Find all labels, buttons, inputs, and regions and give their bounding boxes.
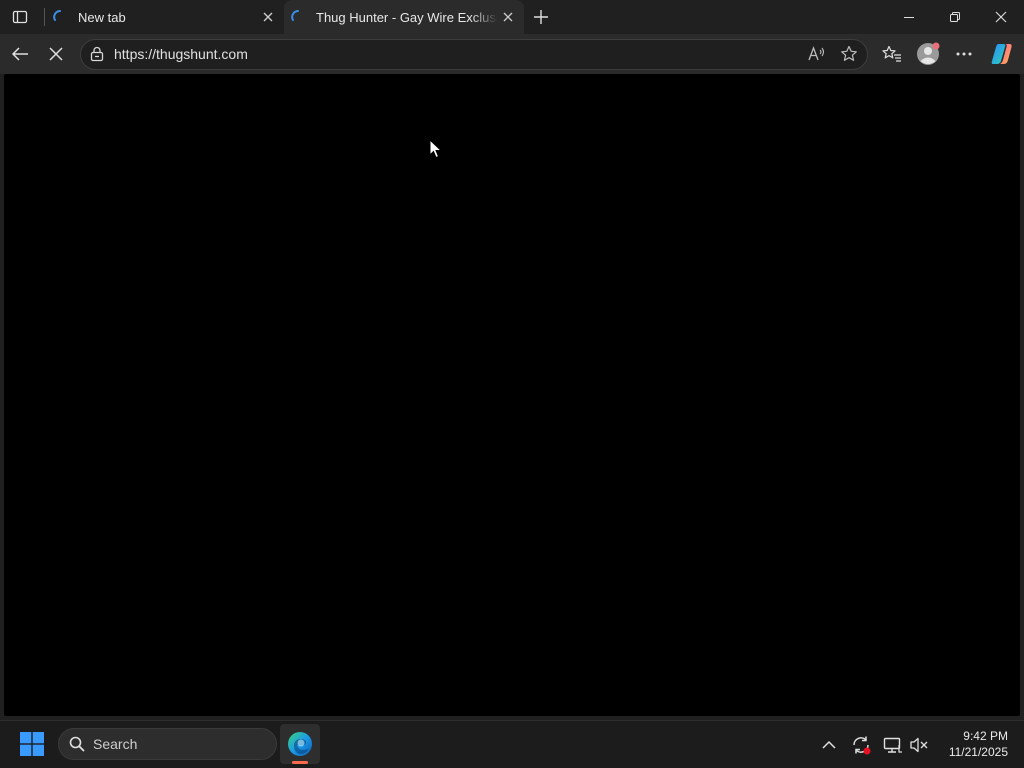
stop-loading-button[interactable] [41, 40, 71, 68]
show-hidden-icons-button[interactable] [816, 732, 842, 758]
tab-new-tab[interactable]: New tab [44, 0, 284, 34]
loading-spinner-icon [291, 10, 299, 21]
page-content[interactable] [4, 74, 1020, 716]
copilot-button[interactable] [987, 40, 1017, 68]
tray-sync-button[interactable] [848, 732, 874, 758]
favorites-button[interactable] [877, 40, 907, 68]
clock-date: 11/21/2025 [948, 745, 1008, 759]
back-arrow-icon [11, 47, 28, 61]
start-button[interactable] [14, 726, 50, 762]
tab-label: Thug Hunter - Gay Wire Exclusive [316, 9, 498, 25]
close-icon [503, 12, 513, 22]
tray-sound-button[interactable] [906, 732, 932, 758]
taskbar-clock[interactable]: 9:42 PM 11/21/2025 [936, 728, 1016, 760]
more-dots-icon [956, 52, 972, 56]
edge-icon [288, 732, 312, 756]
back-button[interactable] [5, 40, 35, 68]
minimize-icon [904, 17, 914, 18]
add-favorite-button[interactable] [836, 41, 862, 67]
tab-actions-icon [12, 10, 28, 24]
stop-loading-icon [49, 47, 63, 61]
speaker-muted-icon [910, 737, 928, 753]
close-icon [995, 11, 1007, 23]
tab-actions-button[interactable] [4, 4, 36, 30]
mouse-cursor-icon [429, 139, 443, 159]
more-options-button[interactable] [949, 40, 979, 68]
loading-spinner-icon [53, 10, 61, 21]
tab-thug-hunter[interactable]: Thug Hunter - Gay Wire Exclusive [284, 0, 524, 34]
restore-icon [950, 12, 960, 22]
active-app-indicator [292, 761, 308, 764]
clock-time: 9:42 PM [963, 729, 1008, 743]
taskbar-search-box[interactable]: Search [58, 728, 277, 760]
read-aloud-icon [808, 46, 825, 61]
minimize-button[interactable] [886, 0, 932, 34]
sync-icon [853, 736, 871, 755]
close-window-button[interactable] [978, 0, 1024, 34]
search-placeholder: Search [93, 736, 138, 752]
star-icon [841, 45, 857, 61]
tray-display-button[interactable] [880, 732, 906, 758]
chevron-up-icon [822, 740, 836, 749]
copilot-icon [991, 44, 1012, 64]
plus-icon [534, 10, 548, 24]
favorites-icon [882, 45, 901, 62]
read-aloud-button[interactable] [804, 41, 830, 67]
profile-avatar-icon [917, 42, 940, 65]
lock-icon[interactable] [88, 45, 106, 63]
tab-close-button[interactable] [498, 7, 518, 27]
display-icon [883, 737, 902, 753]
profile-button[interactable] [913, 40, 943, 68]
restore-button[interactable] [932, 0, 978, 34]
tab-label: New tab [78, 9, 126, 25]
close-icon [263, 12, 273, 22]
search-icon [69, 736, 85, 752]
new-tab-button[interactable] [528, 4, 554, 30]
windows-logo-icon [20, 732, 44, 756]
taskbar-edge-button[interactable] [280, 724, 320, 764]
url-text[interactable]: https://thugshunt.com [114, 46, 248, 62]
tab-close-button[interactable] [258, 7, 278, 27]
